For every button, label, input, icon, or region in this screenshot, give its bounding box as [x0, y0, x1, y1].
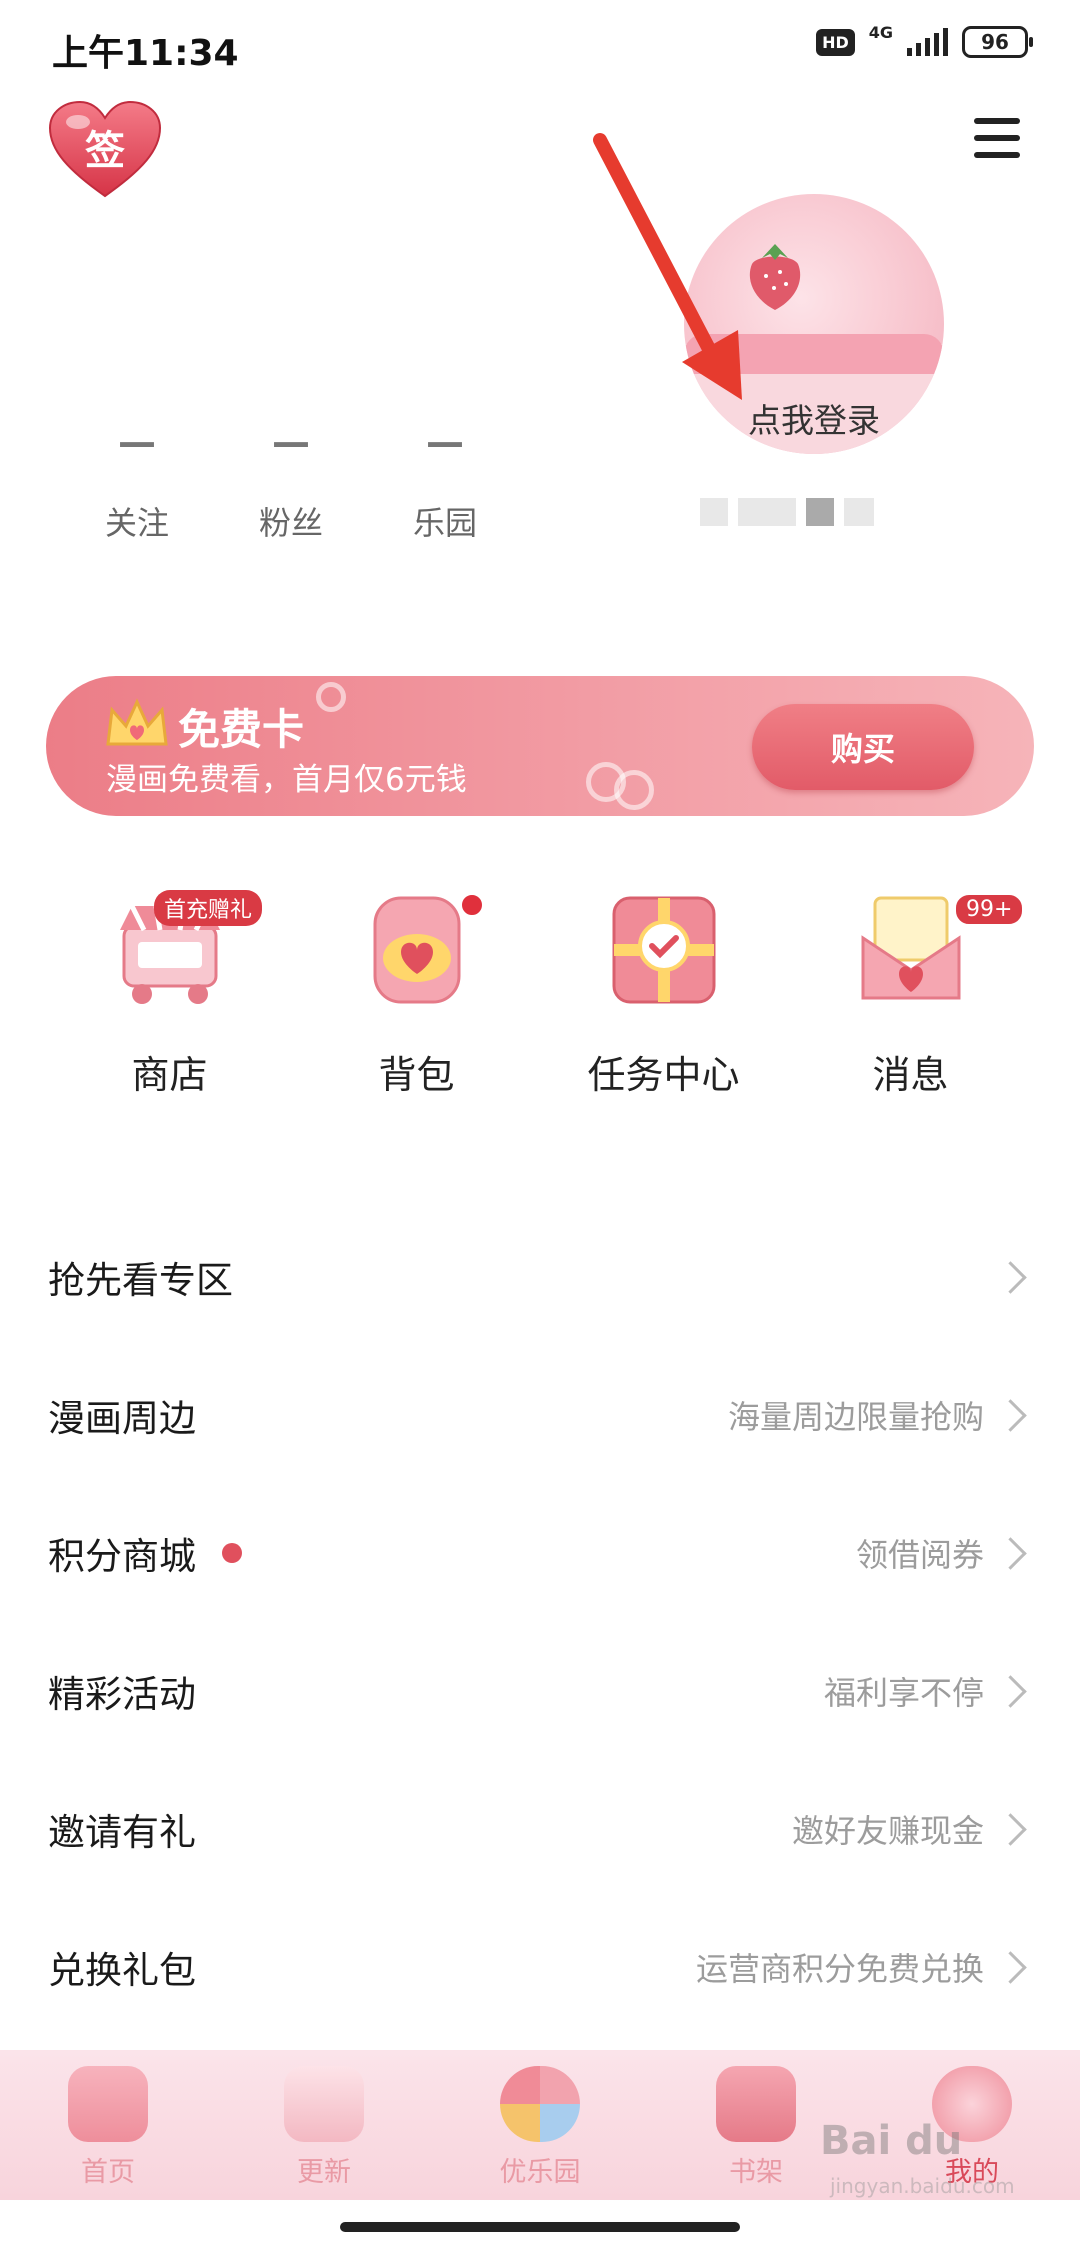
nav-home[interactable]: 首页 — [0, 2050, 216, 2200]
shortcut-label: 商店 — [131, 1053, 208, 1097]
shortcut-backpack[interactable]: 背包 — [293, 888, 540, 1099]
menu-item-subtitle: 海量周边限量抢购 — [727, 1398, 984, 1436]
crown-icon — [106, 698, 168, 746]
shortcut-messages[interactable]: 99+ 消息 — [787, 888, 1034, 1099]
stat-label: 乐园 — [412, 504, 477, 542]
menu-item-redeem-gift[interactable]: 兑换礼包 运营商积分免费兑换 — [0, 1898, 1080, 2036]
menu-item-subtitle: 领借阅券 — [855, 1536, 984, 1574]
blurred-user-id — [700, 498, 900, 528]
bookshelf-icon — [716, 2066, 796, 2142]
sign-in-label: 签 — [85, 128, 125, 174]
task-center-icon — [612, 896, 715, 1004]
notification-dot — [459, 892, 485, 918]
menu-item-title: 兑换礼包 — [48, 1949, 196, 1992]
chevron-right-icon — [994, 1398, 1027, 1432]
signal-icon — [907, 28, 948, 56]
stat-label: 关注 — [104, 504, 169, 542]
shortcut-grid: 首充赠礼 商店 背包 任务中心 99+ 消息 — [46, 888, 1034, 1099]
unread-count-badge: 99+ — [953, 892, 1026, 927]
status-bar: 上午11:34 HD 4G 96 — [0, 0, 1080, 90]
notification-dot — [222, 1543, 242, 1563]
home-indicator[interactable] — [340, 2222, 740, 2232]
hd-icon: HD — [816, 28, 855, 56]
shortcut-shop[interactable]: 首充赠礼 商店 — [46, 888, 293, 1099]
chevron-right-icon — [994, 1536, 1027, 1570]
chevron-right-icon — [994, 1812, 1027, 1846]
pinwheel-icon — [500, 2066, 580, 2142]
update-bow-icon — [284, 2066, 364, 2142]
menu-list: 抢先看专区 漫画周边 海量周边限量抢购 积分商城 领借阅券 精彩活动 福利享不停… — [0, 1208, 1080, 2036]
shortcut-label: 任务中心 — [587, 1053, 740, 1097]
buy-button[interactable]: 购买 — [752, 704, 974, 790]
stat-park[interactable]: — 乐园 — [368, 420, 522, 544]
nav-label: 更新 — [297, 2157, 351, 2188]
status-icons: HD 4G 96 — [816, 22, 1033, 58]
menu-item-invite[interactable]: 邀请有礼 邀好友赚现金 — [0, 1760, 1080, 1898]
vip-title: 免费卡 — [178, 705, 305, 754]
nav-label: 首页 — [81, 2157, 135, 2188]
battery-icon: 96 — [962, 26, 1033, 58]
menu-item-subtitle: 邀好友赚现金 — [791, 1812, 984, 1850]
menu-item-title: 精彩活动 — [48, 1673, 196, 1716]
menu-item-events[interactable]: 精彩活动 福利享不停 — [0, 1622, 1080, 1760]
hamburger-menu-icon[interactable] — [974, 118, 1020, 158]
shortcut-label: 背包 — [378, 1053, 455, 1097]
menu-item-title: 积分商城 — [48, 1535, 196, 1578]
network-type: 4G — [868, 22, 893, 42]
stat-value: — — [272, 420, 310, 464]
nav-label: 优乐园 — [499, 2157, 581, 2188]
menu-item-title: 漫画周边 — [48, 1397, 196, 1440]
free-card-banner[interactable]: 免费卡 漫画免费看，首月仅6元钱 购买 — [46, 676, 1034, 816]
vip-subtitle: 漫画免费看，首月仅6元钱 — [106, 762, 467, 798]
menu-item-subtitle: 运营商积分免费兑换 — [695, 1950, 984, 1988]
menu-item-merchandise[interactable]: 漫画周边 海量周边限量抢购 — [0, 1346, 1080, 1484]
menu-item-title: 抢先看专区 — [48, 1259, 233, 1302]
first-charge-badge: 首充赠礼 — [154, 890, 263, 926]
chevron-right-icon — [994, 1950, 1027, 1984]
watermark-url: jingyan.baidu.com — [830, 2174, 1015, 2198]
home-icon — [68, 2066, 148, 2142]
battery-level: 96 — [981, 30, 1009, 54]
status-time: 上午11:34 — [52, 33, 239, 74]
menu-item-subtitle: 福利享不停 — [823, 1674, 984, 1712]
profile-stats: — 关注 — 粉丝 — 乐园 — [60, 420, 522, 544]
stat-following[interactable]: — 关注 — [60, 420, 214, 544]
stat-fans[interactable]: — 粉丝 — [214, 420, 368, 544]
stat-value: — — [118, 420, 156, 464]
nav-update[interactable]: 更新 — [216, 2050, 432, 2200]
watermark: Bai du — [820, 2118, 963, 2164]
menu-item-title: 邀请有礼 — [48, 1811, 196, 1854]
menu-item-points-mall[interactable]: 积分商城 领借阅券 — [0, 1484, 1080, 1622]
nav-label: 书架 — [729, 2157, 783, 2188]
nav-park[interactable]: 优乐园 — [432, 2050, 648, 2200]
shortcut-task-center[interactable]: 任务中心 — [540, 888, 787, 1099]
menu-item-early-access[interactable]: 抢先看专区 — [0, 1208, 1080, 1346]
stat-value: — — [426, 420, 464, 464]
chevron-right-icon — [994, 1260, 1027, 1294]
chevron-right-icon — [994, 1674, 1027, 1708]
shortcut-label: 消息 — [872, 1053, 949, 1097]
sign-in-button[interactable]: 签 — [48, 100, 162, 200]
stat-label: 粉丝 — [258, 504, 323, 542]
red-arrow-annotation — [593, 133, 742, 400]
